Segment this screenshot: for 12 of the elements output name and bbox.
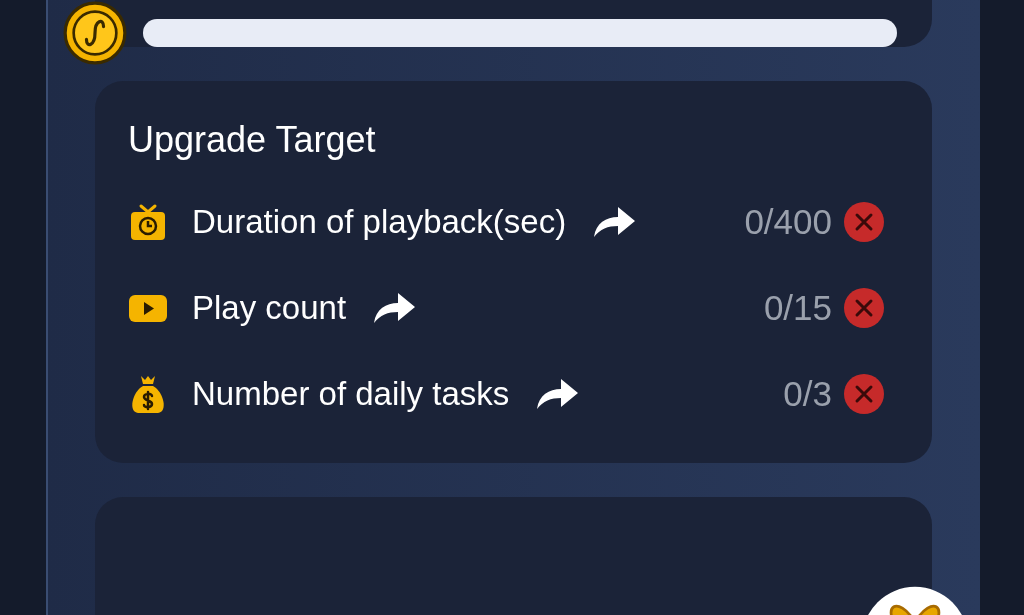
task-progress: 0/400 [744, 202, 832, 242]
task-label: Number of daily tasks [192, 374, 510, 414]
section-title: Upgrade Target [128, 119, 377, 161]
share-arrow-icon[interactable] [372, 291, 417, 325]
task-progress: 0/15 [763, 288, 832, 328]
share-arrow-icon[interactable] [592, 205, 637, 239]
task-label: Play count [192, 288, 347, 328]
coin-icon[interactable] [63, 1, 127, 65]
tv-clock-icon [128, 202, 168, 242]
task-label: Duration of playback(sec) [192, 202, 567, 242]
share-arrow-icon[interactable] [535, 377, 580, 411]
task-progress: 0/3 [783, 374, 832, 414]
